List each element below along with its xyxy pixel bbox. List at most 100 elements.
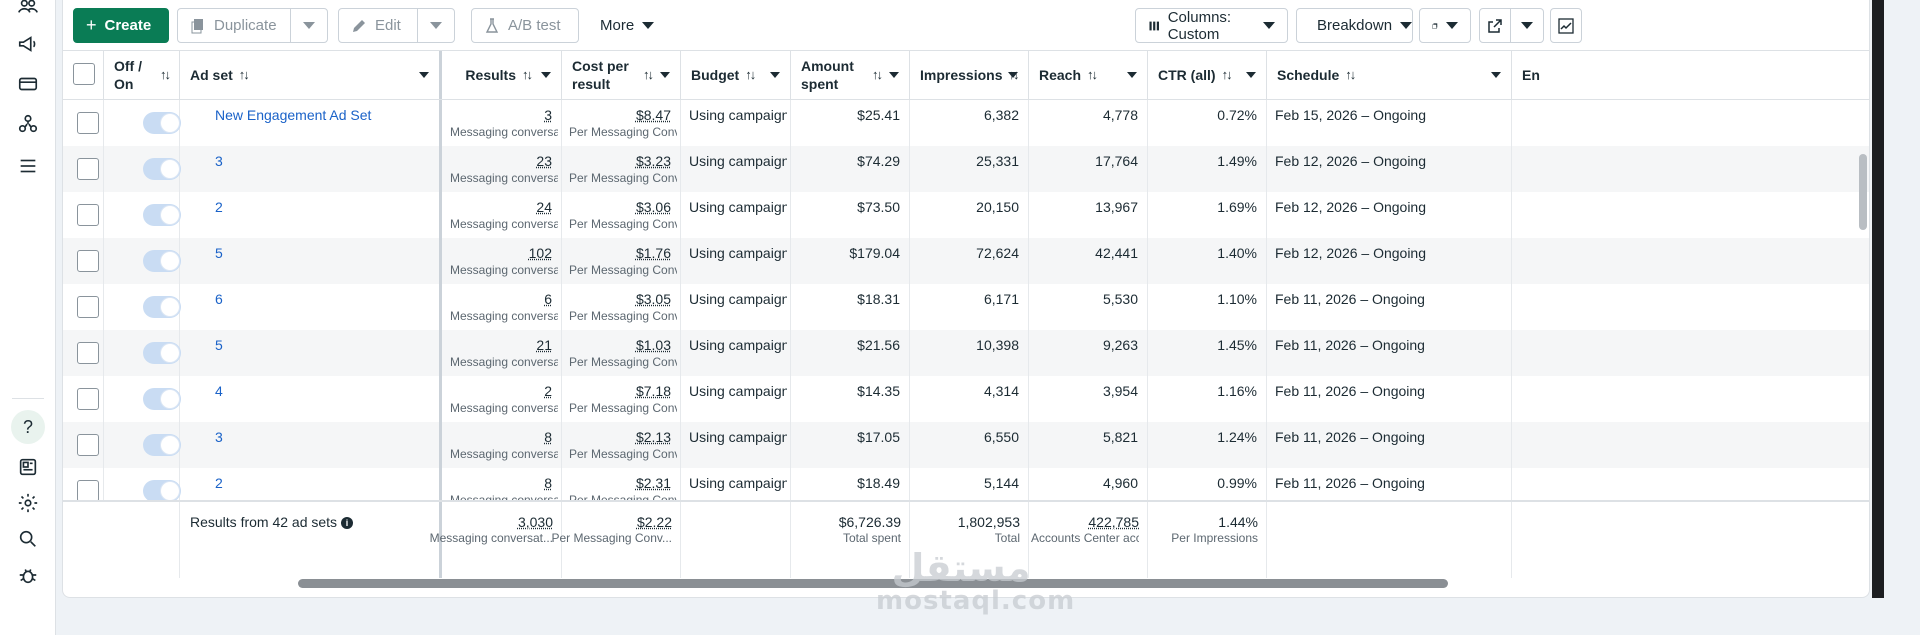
edit-dropdown[interactable] xyxy=(417,8,455,43)
column-header-off-on[interactable]: Off / On ↑↓ xyxy=(104,51,180,99)
ad-set-name-link[interactable]: 5 xyxy=(215,337,223,353)
budget-value: Using campaign... xyxy=(689,429,787,445)
vertical-scrollbar[interactable] xyxy=(1859,150,1867,550)
ad-set-name-link[interactable]: 6 xyxy=(215,291,223,307)
ad-set-toggle[interactable] xyxy=(143,388,181,410)
table-row[interactable]: 3 23 Messaging conversat... $3.23 Per Messag… xyxy=(63,146,1869,192)
row-checkbox[interactable] xyxy=(77,250,99,272)
column-header-cost-per-result[interactable]: Cost per result ↑↓ xyxy=(562,51,681,99)
cost-per-result-sub: Per Messaging Conv... xyxy=(569,217,677,231)
schedule-value: Feb 11, 2026 – Ongoing xyxy=(1275,337,1425,353)
totals-label: Results from 42 ad sets i xyxy=(190,514,354,530)
table-row[interactable]: 6 6 Messaging conversat... $3.05 Per Messagi… xyxy=(63,284,1869,330)
cost-per-result-sub: Per Messaging Conv... xyxy=(569,493,677,500)
gear-icon[interactable] xyxy=(14,489,42,517)
column-header-schedule[interactable]: Schedule ↑↓ xyxy=(1267,51,1512,99)
ad-set-toggle[interactable] xyxy=(143,250,181,272)
cost-per-result-sub: Per Messaging Conv... xyxy=(569,355,677,369)
export-button[interactable] xyxy=(1479,8,1511,43)
ad-set-toggle[interactable] xyxy=(143,434,181,456)
info-icon[interactable]: i xyxy=(341,517,354,529)
table-row[interactable]: 5 102 Messaging conversat... $1.76 Per Messa… xyxy=(63,238,1869,284)
ad-set-toggle[interactable] xyxy=(143,342,181,364)
chevron-down-icon xyxy=(303,22,315,29)
sort-icon: ↑↓ xyxy=(745,67,756,82)
select-all-checkbox[interactable] xyxy=(73,63,95,85)
table-row[interactable]: 3 8 Messaging conversat... $2.13 Per Messagi… xyxy=(63,422,1869,468)
reports-button[interactable] xyxy=(1419,8,1471,43)
ad-set-toggle[interactable] xyxy=(143,480,181,500)
breakdown-button[interactable]: Breakdown xyxy=(1296,8,1413,43)
charts-button[interactable] xyxy=(1550,8,1582,43)
row-checkbox[interactable] xyxy=(77,204,99,226)
results-sub: Messaging conversat... xyxy=(450,263,558,277)
amount-spent-value: $73.50 xyxy=(857,199,900,215)
ad-set-name-link[interactable]: 4 xyxy=(215,383,223,399)
ad-set-name-link[interactable]: 5 xyxy=(215,245,223,261)
create-button[interactable]: + Create xyxy=(73,8,169,43)
duplicate-dropdown[interactable] xyxy=(290,8,328,43)
column-header-ends[interactable]: En xyxy=(1512,51,1572,99)
ad-set-name-link[interactable]: New Engagement Ad Set xyxy=(215,107,371,123)
column-header-reach[interactable]: Reach ↑↓ xyxy=(1029,51,1148,99)
table-row[interactable]: 4 2 Messaging conversat... $7.18 Per Messagi… xyxy=(63,376,1869,422)
column-header-amount-spent[interactable]: Amount spent ↑↓ xyxy=(791,51,910,99)
bug-icon[interactable] xyxy=(14,561,42,589)
column-header-results[interactable]: Results ↑↓ xyxy=(442,51,562,99)
column-header-ctr[interactable]: CTR (all) ↑↓ xyxy=(1148,51,1267,99)
row-checkbox[interactable] xyxy=(77,388,99,410)
menu-icon[interactable] xyxy=(14,152,42,180)
help-icon[interactable]: ? xyxy=(11,410,45,444)
row-checkbox[interactable] xyxy=(77,434,99,456)
columns-button[interactable]: Columns: Custom xyxy=(1135,8,1288,43)
column-header-budget[interactable]: Budget ↑↓ xyxy=(681,51,791,99)
budget-value: Using campaign... xyxy=(689,107,787,123)
totals-ctr-sub: Per Impressions xyxy=(1171,531,1258,545)
row-checkbox[interactable] xyxy=(77,158,99,180)
budget-value: Using campaign... xyxy=(689,475,787,491)
vertical-scroll-thumb[interactable] xyxy=(1859,154,1867,230)
columns-icon xyxy=(1149,21,1159,30)
credit-card-icon[interactable] xyxy=(14,70,42,98)
amount-spent-value: $21.56 xyxy=(857,337,900,353)
table-row[interactable]: 2 24 Messaging conversat... $3.06 Per Messag… xyxy=(63,192,1869,238)
ad-set-toggle[interactable] xyxy=(143,112,181,134)
budget-value: Using campaign... xyxy=(689,199,787,215)
ctr-value: 1.40% xyxy=(1217,245,1257,261)
horizontal-scrollbar[interactable] xyxy=(298,579,1448,588)
ad-set-name-link[interactable]: 2 xyxy=(215,199,223,215)
ad-set-toggle[interactable] xyxy=(143,296,181,318)
export-dropdown[interactable] xyxy=(1510,8,1544,43)
ad-set-name-link[interactable]: 3 xyxy=(215,429,223,445)
ab-test-button[interactable]: A/B test xyxy=(471,8,579,43)
ad-set-toggle[interactable] xyxy=(143,158,181,180)
table-row[interactable]: New Engagement Ad Set 3 Messaging conversa… xyxy=(63,100,1869,146)
totals-results-sub: Messaging conversat... xyxy=(429,531,553,545)
ctr-value: 0.99% xyxy=(1217,475,1257,491)
news-icon[interactable] xyxy=(14,453,42,481)
ad-set-name-link[interactable]: 3 xyxy=(215,153,223,169)
audience-network-icon[interactable] xyxy=(14,110,42,138)
row-checkbox[interactable] xyxy=(77,112,99,134)
duplicate-button[interactable]: Duplicate xyxy=(177,8,291,43)
more-button[interactable]: More xyxy=(588,8,668,43)
column-header-impressions[interactable]: Impressions ↑↓ xyxy=(910,51,1029,99)
results-value: 21 xyxy=(536,337,552,353)
plus-icon: + xyxy=(86,15,97,35)
edit-button[interactable]: Edit xyxy=(338,8,418,43)
row-checkbox[interactable] xyxy=(77,480,99,500)
ad-set-name-link[interactable]: 2 xyxy=(215,475,223,491)
table-row[interactable]: 5 21 Messaging conversat... $1.03 Per Messag… xyxy=(63,330,1869,376)
amount-spent-value: $17.05 xyxy=(857,429,900,445)
row-checkbox[interactable] xyxy=(77,342,99,364)
table-row[interactable]: 2 8 Messaging conversat... $2.31 Per Messagi… xyxy=(63,468,1869,500)
search-icon[interactable] xyxy=(14,525,42,553)
people-icon[interactable] xyxy=(14,0,42,20)
column-header-ad-set[interactable]: Ad set ↑↓ xyxy=(180,51,442,99)
chevron-down-icon xyxy=(642,22,655,29)
ad-set-toggle[interactable] xyxy=(143,204,181,226)
impressions-value: 6,550 xyxy=(983,429,1019,445)
chevron-down-icon xyxy=(1263,22,1275,29)
megaphone-icon[interactable] xyxy=(14,30,42,58)
row-checkbox[interactable] xyxy=(77,296,99,318)
